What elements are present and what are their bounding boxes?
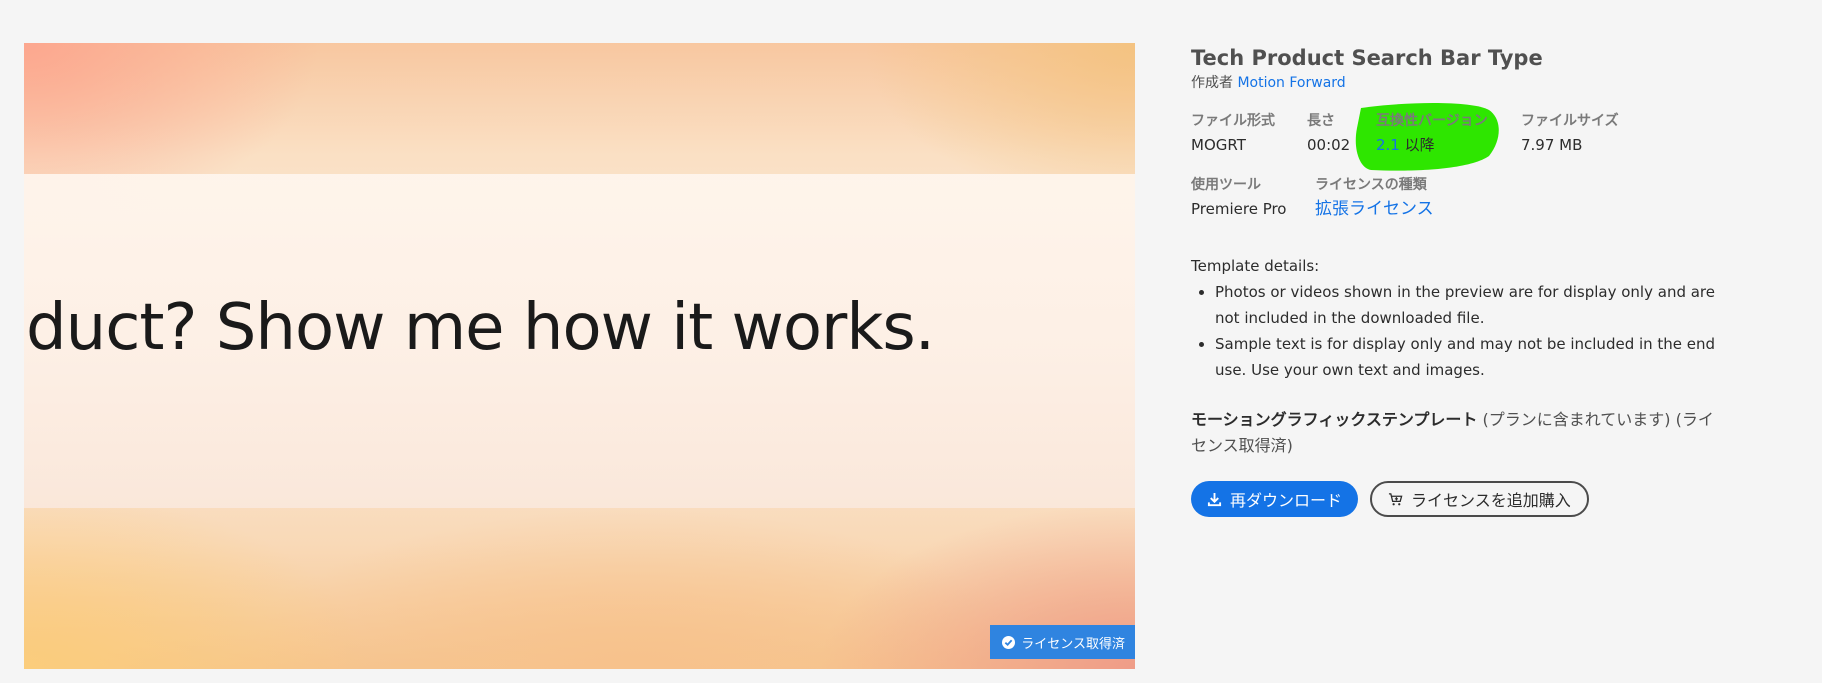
tool-value: Premiere Pro xyxy=(1191,200,1287,218)
meta-size: ファイルサイズ 7.97 MB xyxy=(1521,111,1619,157)
author-prefix: 作成者 xyxy=(1191,75,1233,91)
size-value: 7.97 MB xyxy=(1521,136,1583,154)
list-item: Photos or videos shown in the preview ar… xyxy=(1215,279,1731,331)
plan-status: モーショングラフィックステンプレート (プランに含まれています) (ライセンス取… xyxy=(1191,407,1721,459)
template-details: Template details: Photos or videos shown… xyxy=(1191,253,1731,383)
author-row: 作成者 Motion Forward xyxy=(1191,73,1731,93)
license-type-value: 拡張ライセンス xyxy=(1315,197,1434,221)
list-item: Sample text is for display only and may … xyxy=(1215,331,1731,383)
redownload-button[interactable]: 再ダウンロード xyxy=(1191,481,1359,517)
licensed-badge: ライセンス取得済 xyxy=(990,625,1135,659)
template-details-list: Photos or videos shown in the preview ar… xyxy=(1191,279,1731,383)
meta-duration: 長さ 00:02 xyxy=(1307,111,1350,157)
compat-value: 2.1 以降 xyxy=(1376,133,1488,157)
buy-license-button[interactable]: ライセンスを追加購入 xyxy=(1370,481,1589,517)
meta-license-type: ライセンスの種類 拡張ライセンス xyxy=(1315,175,1434,221)
template-details-heading: Template details: xyxy=(1191,257,1320,275)
compat-label: 互換性バージョン xyxy=(1376,113,1488,129)
duration-label: 長さ xyxy=(1307,113,1335,129)
size-label: ファイルサイズ xyxy=(1521,113,1619,129)
download-icon xyxy=(1207,492,1222,506)
compat-version-link[interactable]: 2.1 xyxy=(1376,136,1400,154)
cart-plus-icon xyxy=(1388,492,1403,505)
tool-label: 使用ツール xyxy=(1191,177,1261,193)
product-title: Tech Product Search Bar Type xyxy=(1191,46,1543,70)
preview-caption: duct? Show me how it works. xyxy=(26,291,935,365)
template-preview[interactable]: duct? Show me how it works. ライセンス取得済 xyxy=(24,43,1135,669)
license-type-label: ライセンスの種類 xyxy=(1315,177,1427,193)
meta-tool: 使用ツール Premiere Pro xyxy=(1191,175,1287,221)
details-panel: Tech Product Search Bar Type 作成者 Motion … xyxy=(1191,43,1731,517)
asset-detail-page: duct? Show me how it works. ライセンス取得済 Tec… xyxy=(0,0,1822,683)
check-circle-icon xyxy=(1002,635,1016,649)
meta-compat: 互換性バージョン 2.1 以降 xyxy=(1376,111,1488,157)
redownload-label: 再ダウンロード xyxy=(1230,491,1343,510)
buy-license-label: ライセンスを追加購入 xyxy=(1411,491,1571,510)
format-value: MOGRT xyxy=(1191,136,1246,154)
author-link[interactable]: Motion Forward xyxy=(1237,75,1345,91)
duration-value: 00:02 xyxy=(1307,136,1351,154)
licensed-badge-label: ライセンス取得済 xyxy=(1021,636,1125,652)
plan-type: モーショングラフィックステンプレート xyxy=(1191,410,1478,429)
license-type-link[interactable]: 拡張ライセンス xyxy=(1315,199,1434,219)
compat-suffix: 以降 xyxy=(1404,136,1435,154)
action-buttons: 再ダウンロード ライセンスを追加購入 xyxy=(1191,481,1731,517)
format-label: ファイル形式 xyxy=(1191,113,1275,129)
metadata-grid: ファイル形式 MOGRT 長さ 00:02 互換性バージョン 2.1 以降 ファ… xyxy=(1191,103,1731,231)
meta-format: ファイル形式 MOGRT xyxy=(1191,111,1275,157)
